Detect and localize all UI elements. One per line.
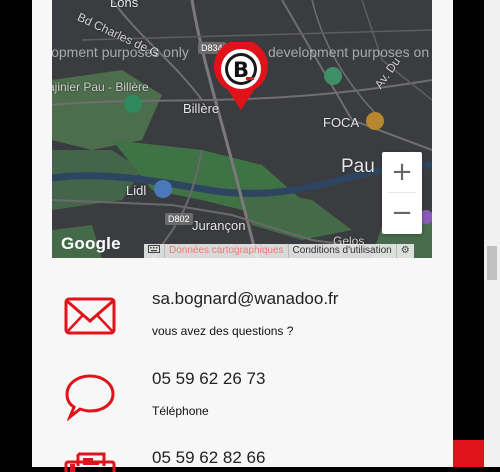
map-attribution-bar: Données cartographiques Conditions d'uti…	[144, 244, 414, 258]
phone-number[interactable]: 05 59 62 26 73	[152, 369, 265, 389]
contact-phone: 05 59 62 26 73 Téléphone	[32, 365, 453, 425]
keyboard-shortcuts-button[interactable]	[144, 244, 164, 258]
envelope-icon	[64, 297, 116, 335]
fax-number[interactable]: 05 59 62 82 66	[152, 448, 265, 468]
map-data-link[interactable]: Données cartographiques	[164, 244, 288, 258]
map-pin-icon: B	[214, 39, 268, 111]
google-logo: Google	[61, 234, 121, 253]
place-lons: Lons	[110, 0, 139, 10]
scrollbar-thumb[interactable]	[487, 246, 497, 280]
contact-fax: 05 59 62 82 66	[32, 445, 453, 472]
place-jurancon: Jurançon	[192, 218, 246, 233]
road-badge-d802: D802	[165, 213, 193, 225]
accent-block	[453, 440, 484, 467]
map-embed[interactable]: Lons Bd Charles de G lopment purposes on…	[52, 0, 432, 258]
zoom-controls: + −	[382, 152, 422, 234]
fax-icon	[64, 452, 116, 472]
dev-watermark-right: development purposes on	[268, 44, 430, 60]
report-issue-button[interactable]: ⚙	[395, 244, 414, 258]
place-pepiniere: ajinier Pau - Billère	[52, 80, 149, 94]
zoom-out-button[interactable]: −	[382, 193, 422, 233]
keyboard-icon	[148, 245, 160, 253]
email-link[interactable]: sa.bognard@wanadoo.fr	[152, 289, 338, 309]
dev-watermark-left: lopment purposes only	[52, 44, 189, 60]
speech-bubble-icon	[65, 374, 115, 421]
terms-link[interactable]: Conditions d'utilisation	[287, 244, 396, 258]
email-caption: vous avez des questions ?	[152, 324, 294, 338]
phone-caption: Téléphone	[152, 404, 209, 418]
vertical-scrollbar[interactable]	[484, 0, 500, 467]
zoom-in-button[interactable]: +	[382, 152, 422, 192]
place-lidl: Lidl	[126, 183, 147, 198]
location-marker[interactable]: B	[212, 39, 270, 117]
place-foca: FOCA	[323, 115, 360, 130]
place-pau: Pau	[341, 156, 375, 177]
contact-email: sa.bognard@wanadoo.fr vous avez des ques…	[32, 283, 453, 343]
